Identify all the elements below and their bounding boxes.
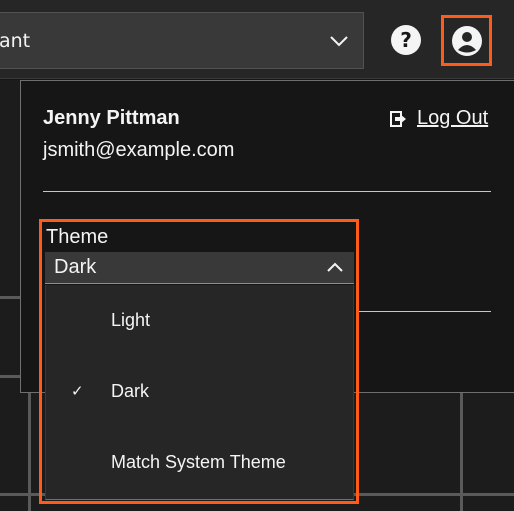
svg-text:?: ?: [400, 28, 412, 52]
logout-link[interactable]: Log Out: [389, 107, 488, 130]
theme-option-label: Match System Theme: [111, 451, 286, 472]
theme-options-menu: Light ✓ Dark Match System Theme: [45, 285, 354, 500]
theme-option-dark[interactable]: ✓ Dark: [46, 356, 353, 426]
theme-option-system[interactable]: Match System Theme: [46, 427, 353, 497]
theme-label: Theme: [46, 226, 109, 248]
top-header: ant ?: [0, 0, 514, 79]
logout-label: Log Out: [417, 107, 489, 129]
tenant-select-value: ant: [0, 29, 31, 52]
theme-option-light[interactable]: Light: [46, 285, 353, 355]
checkmark-icon: ✓: [71, 382, 84, 400]
theme-option-label: Dark: [111, 380, 150, 401]
grid-line: [0, 296, 20, 299]
theme-option-label: Light: [111, 309, 151, 330]
help-circle-icon[interactable]: ?: [390, 24, 422, 56]
theme-select-value: Dark: [54, 256, 97, 278]
logout-icon: [390, 110, 406, 127]
divider: [43, 191, 491, 192]
app-root: ant ? Jenny Pittman jsmith@example.com L…: [0, 0, 514, 511]
user-email: jsmith@example.com: [43, 139, 235, 161]
user-profile-button[interactable]: [441, 15, 492, 66]
theme-select[interactable]: Dark: [45, 252, 354, 284]
chevron-up-icon: [327, 262, 343, 272]
tenant-select[interactable]: ant: [0, 12, 364, 69]
user-name: Jenny Pittman: [43, 107, 180, 129]
chevron-down-icon: [330, 36, 348, 47]
divider: [357, 311, 491, 312]
user-avatar-icon: [451, 25, 482, 56]
theme-control: Theme Dark Light ✓ Dark Match System The…: [39, 219, 359, 504]
